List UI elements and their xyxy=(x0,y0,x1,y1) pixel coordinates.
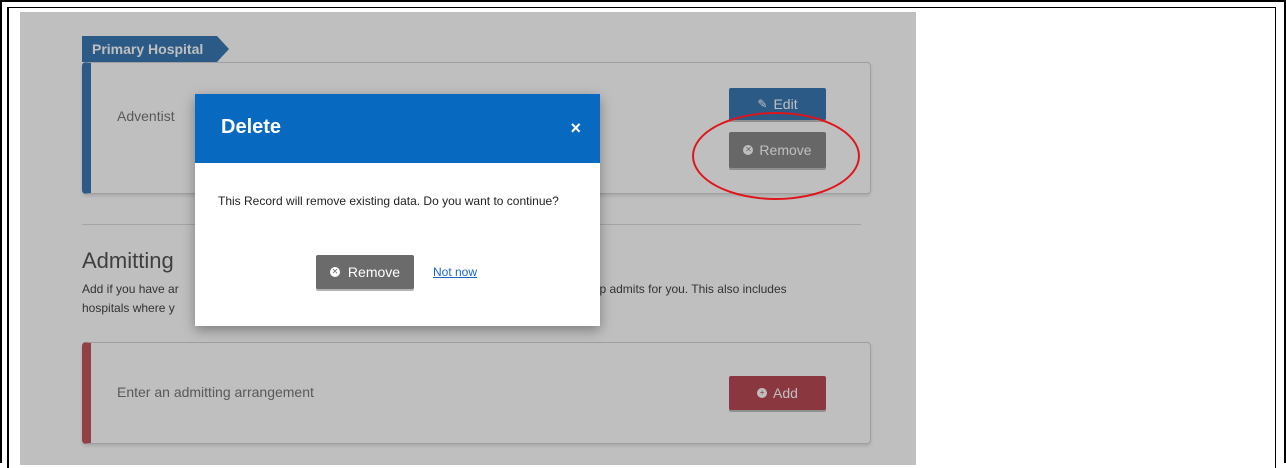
x-circle-icon: ✕ xyxy=(329,267,340,277)
modal-remove-label: Remove xyxy=(347,264,401,280)
delete-modal: Delete × This Record will remove existin… xyxy=(195,94,600,326)
not-now-link[interactable]: Not now xyxy=(433,265,477,279)
modal-remove-button[interactable]: ✕ Remove xyxy=(316,255,414,289)
annotation-circle xyxy=(692,112,860,200)
modal-header: Delete × xyxy=(195,94,600,163)
modal-message: This Record will remove existing data. D… xyxy=(218,194,559,208)
page-content: Primary Hospital Adventist ✎ Edit ✕ Remo… xyxy=(20,12,916,465)
close-icon[interactable]: × xyxy=(570,118,581,139)
modal-title: Delete xyxy=(221,116,282,138)
